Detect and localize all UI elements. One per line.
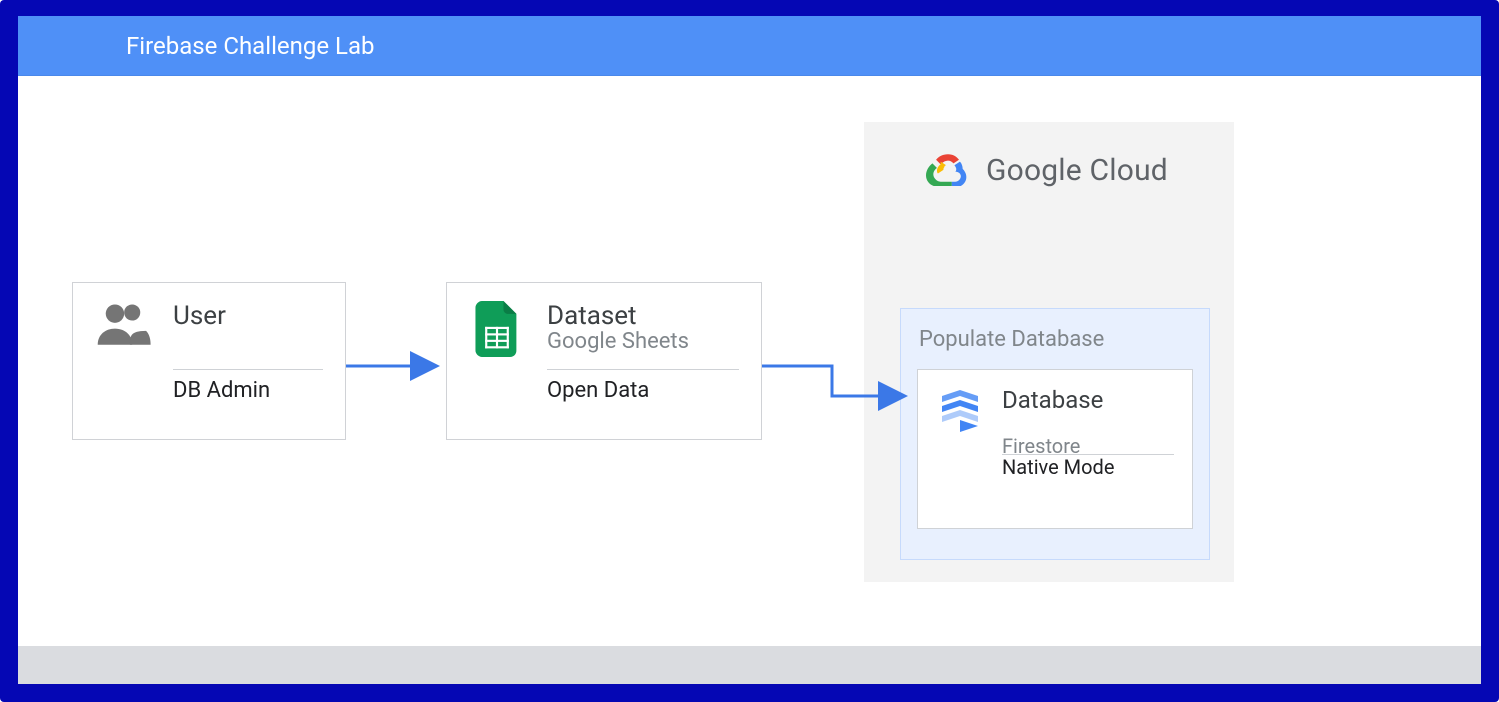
- arrow-user-to-dataset: [346, 356, 446, 376]
- region-populate-database-title: Populate Database: [919, 327, 1104, 352]
- google-sheets-icon: [469, 301, 525, 357]
- node-dataset-subtitle: Google Sheets: [547, 329, 689, 354]
- node-database-note: Native Mode: [1002, 455, 1114, 479]
- node-user-note: DB Admin: [173, 378, 323, 403]
- region-google-cloud: Google Cloud Populate Database: [864, 122, 1234, 582]
- node-database-title: Database: [1002, 386, 1103, 414]
- node-database: Database Firestore Native Mode: [917, 369, 1193, 529]
- arrow-dataset-to-database: [762, 356, 912, 406]
- diagram-canvas: User DB Admin: [18, 76, 1481, 646]
- node-dataset-title: Dataset: [547, 301, 689, 331]
- region-google-cloud-label: Google Cloud: [986, 153, 1168, 188]
- users-icon: [95, 301, 151, 357]
- node-user-title: User: [173, 301, 226, 331]
- node-dataset: Dataset Google Sheets Open Data: [446, 282, 762, 440]
- diagram-surface: Firebase Challenge Lab: [18, 16, 1481, 684]
- divider: [547, 369, 739, 370]
- firestore-icon: [936, 386, 984, 434]
- diagram-frame: Firebase Challenge Lab: [0, 0, 1499, 702]
- divider: [173, 369, 323, 370]
- region-populate-database: Populate Database: [900, 308, 1210, 560]
- footer-bar: [18, 646, 1481, 684]
- google-cloud-icon: [926, 150, 970, 190]
- title-bar: Firebase Challenge Lab: [18, 16, 1481, 76]
- page-title: Firebase Challenge Lab: [126, 32, 375, 60]
- node-user: User DB Admin: [72, 282, 346, 440]
- node-dataset-note: Open Data: [547, 378, 739, 403]
